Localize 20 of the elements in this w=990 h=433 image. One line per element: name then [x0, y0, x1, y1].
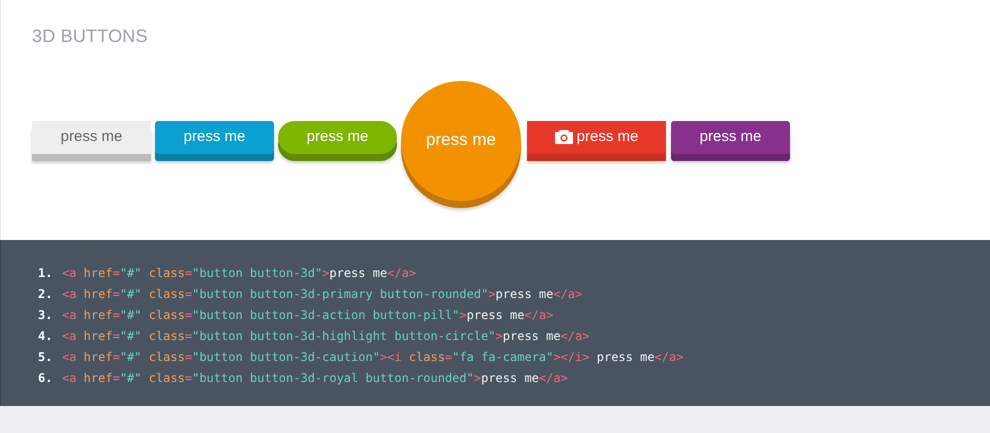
section-heading: 3D BUTTONS [32, 26, 149, 47]
press-button[interactable]: press me [155, 120, 274, 154]
code-line: <a href="#" class="button button-3d-caution"><i class="fa fa-camera"></i> press me</a> [62, 350, 684, 364]
line-number: 6. [38, 370, 54, 384]
code-line: <a href="#" class="button button-3d">press me</a> [62, 266, 416, 280]
camera-icon [554, 128, 573, 144]
code-line: <a href="#" class="button button-3d-highlight button-circle">press me</a> [62, 328, 590, 342]
press-button[interactable]: press me [671, 120, 790, 154]
code-line: <a href="#" class="button button-3d-action button-pill">press me</a> [62, 308, 554, 322]
press-button[interactable]: press me [278, 120, 397, 154]
line-number: 2. [38, 286, 54, 300]
press-button[interactable]: press me [401, 81, 521, 201]
code-line: <a href="#" class="button button-3d-royal button-rounded">press me</a> [62, 370, 568, 384]
press-button[interactable]: press me [527, 120, 666, 154]
line-number: 5. [38, 350, 54, 364]
line-number: 1. [38, 266, 54, 280]
code-line: <a href="#" class="button button-3d-primary button-rounded">press me</a> [62, 286, 582, 300]
line-number: 3. [38, 308, 54, 322]
press-button[interactable]: press me [32, 120, 151, 154]
line-number: 4. [38, 328, 54, 342]
